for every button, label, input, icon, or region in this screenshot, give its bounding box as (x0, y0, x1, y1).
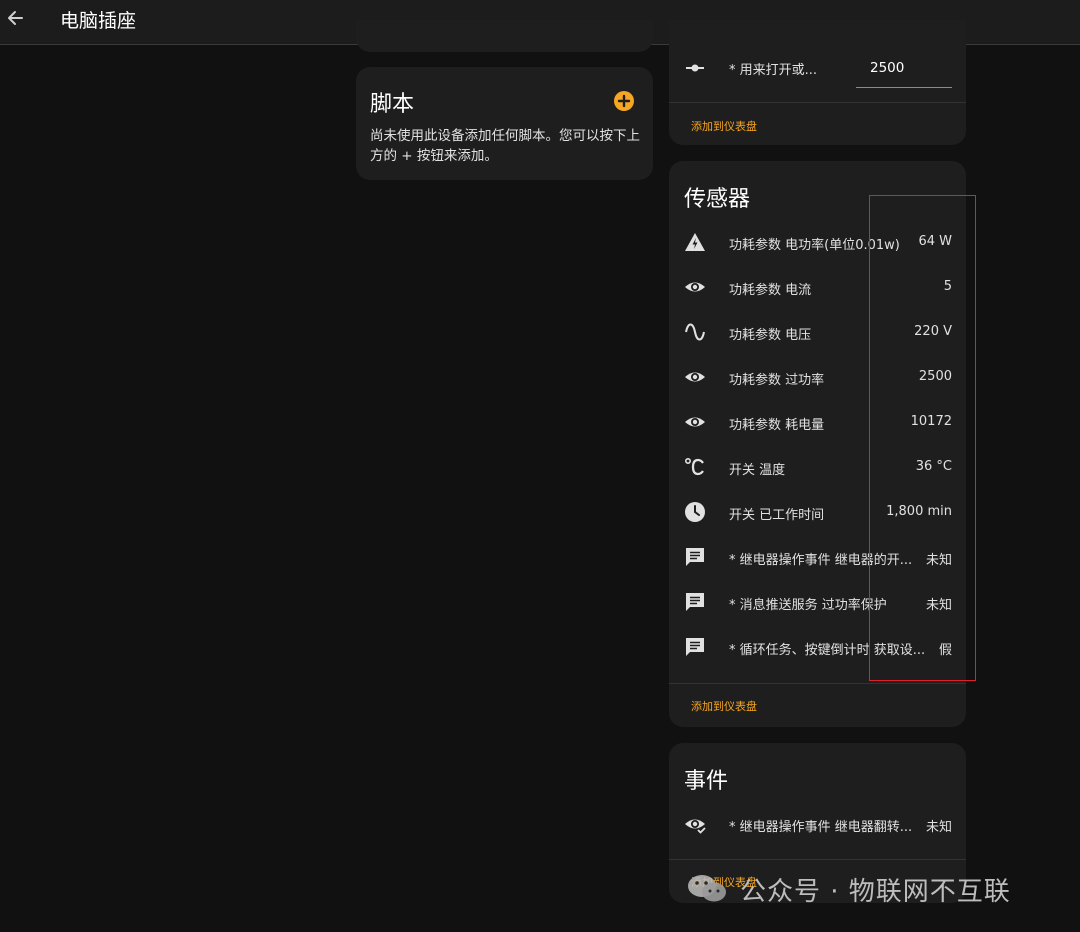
sensor-row[interactable]: 开关 温度 36 °C (669, 445, 966, 490)
controls-card: * 用来打开或... 2500 添加到仪表盘 (669, 20, 966, 145)
sensor-value: 1,800 min (886, 504, 952, 519)
eye-icon (685, 372, 705, 382)
sensor-row[interactable]: 功耗参数 电功率(单位0.01w) 64 W (669, 220, 966, 265)
sensor-row[interactable]: 功耗参数 过功率 2500 (669, 355, 966, 400)
event-label: * 继电器操作事件 继电器翻转... (729, 820, 913, 835)
sensor-value: 2500 (918, 369, 952, 384)
control-label: * 用来打开或... (729, 63, 818, 78)
add-to-dashboard-link[interactable]: 添加到仪表盘 (691, 698, 757, 714)
eye-icon (685, 417, 705, 427)
eye-icon (685, 282, 705, 292)
sensor-value: 36 °C (915, 459, 952, 474)
slider-icon (686, 64, 704, 72)
wechat-icon (688, 875, 726, 902)
scripts-card: 脚本 尚未使用此设备添加任何脚本。您可以按下上方的 + 按钮来添加。 (356, 67, 653, 180)
sensor-row[interactable]: * 继电器操作事件 继电器的开... 未知 (669, 535, 966, 580)
sensor-row[interactable]: * 循环任务、按键倒计时 获取设... 假 (669, 625, 966, 670)
add-script-button[interactable] (614, 91, 634, 111)
scripts-empty-description: 尚未使用此设备添加任何脚本。您可以按下上方的 + 按钮来添加。 (370, 128, 640, 164)
previous-card-bottom (356, 20, 653, 52)
sensor-value: 220 V (914, 324, 952, 339)
eye-check-icon (685, 819, 706, 834)
sensor-label: 功耗参数 电功率(单位0.01w) (729, 238, 900, 253)
sensor-value: 假 (938, 643, 952, 658)
sensor-label: 开关 已工作时间 (729, 508, 825, 523)
sensor-label: 开关 温度 (729, 463, 786, 478)
sensor-label: 功耗参数 电流 (729, 283, 812, 298)
sensor-value: 64 W (918, 234, 952, 249)
sensor-label: * 循环任务、按键倒计时 获取设... (729, 643, 926, 658)
clock-icon (685, 502, 705, 522)
scripts-title: 脚本 (370, 92, 415, 117)
event-value: 未知 (925, 820, 952, 835)
sensor-value: 未知 (925, 553, 952, 568)
sensor-row[interactable]: 功耗参数 电流 5 (669, 265, 966, 310)
watermark: 公众号 · 物联网不互联 (686, 869, 1056, 907)
control-value: 2500 (870, 60, 905, 76)
message-icon (686, 593, 704, 611)
control-row: * 用来打开或... 2500 (669, 48, 966, 88)
add-to-dashboard-link[interactable]: 添加到仪表盘 (691, 118, 757, 134)
message-icon (686, 548, 704, 566)
sine-wave-icon (685, 323, 705, 341)
sensor-label: 功耗参数 耗电量 (729, 418, 825, 433)
divider (669, 683, 966, 684)
flash-triangle-icon (685, 233, 705, 251)
sensor-value: 5 (943, 279, 952, 294)
watermark-text: 公众号 · 物联网不互联 (740, 877, 1011, 907)
sensor-label: * 继电器操作事件 继电器的开... (729, 553, 913, 568)
sensor-label: 功耗参数 过功率 (729, 373, 825, 388)
sensor-row[interactable]: 功耗参数 电压 220 V (669, 310, 966, 355)
sensor-value: 10172 (910, 414, 952, 429)
arrow-left-icon (8, 11, 23, 25)
page-title: 电脑插座 (60, 10, 137, 32)
sensor-row[interactable]: 开关 已工作时间 1,800 min (669, 490, 966, 535)
sensor-row[interactable]: 功耗参数 耗电量 10172 (669, 400, 966, 445)
control-value-input[interactable]: 2500 (856, 48, 952, 88)
divider (669, 859, 966, 860)
back-button[interactable] (4, 4, 28, 32)
sensors-card: 传感器 功耗参数 电功率(单位0.01w) 64 W 功耗参数 电流 5 功耗参… (669, 161, 966, 727)
sensor-value: 未知 (925, 598, 952, 613)
sensor-row[interactable]: * 消息推送服务 过功率保护 未知 (669, 580, 966, 625)
events-title: 事件 (684, 769, 729, 794)
message-icon (686, 638, 704, 656)
celsius-icon (684, 457, 704, 476)
sensor-label: 功耗参数 电压 (729, 328, 812, 343)
event-row[interactable]: * 继电器操作事件 继电器翻转... 未知 (669, 802, 966, 847)
sensor-label: * 消息推送服务 过功率保护 (729, 598, 887, 613)
plus-circle-icon (617, 94, 631, 108)
divider (669, 102, 966, 103)
sensors-title: 传感器 (684, 187, 751, 212)
